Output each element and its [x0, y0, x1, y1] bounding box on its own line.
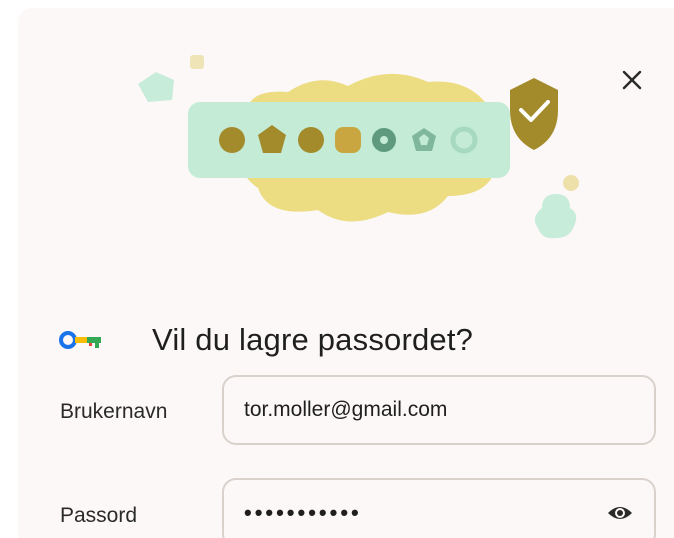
- password-label: Passord: [60, 504, 138, 527]
- password-value: •••••••••••: [244, 500, 362, 525]
- mint-flower-decoration: [534, 194, 577, 239]
- small-square-decoration: [190, 55, 204, 69]
- small-dot-decoration: [563, 175, 579, 191]
- password-field[interactable]: •••••••••••: [222, 478, 656, 538]
- close-icon: [622, 70, 642, 90]
- save-password-dialog: Vil du lagre passordet? Brukernavn tor.m…: [18, 8, 674, 538]
- password-key-icon: [59, 331, 101, 349]
- dialog-title: Vil du lagre passordet?: [152, 322, 474, 357]
- password-illustration: [138, 55, 579, 239]
- username-value: tor.moller@gmail.com: [244, 398, 448, 421]
- username-field[interactable]: tor.moller@gmail.com: [222, 375, 656, 445]
- show-password-button[interactable]: [598, 491, 642, 535]
- dialog-header: Vil du lagre passordet?: [58, 316, 473, 364]
- username-label: Brukernavn: [60, 400, 168, 423]
- mint-pentagon-decoration: [138, 72, 174, 102]
- close-button[interactable]: [614, 62, 650, 98]
- eye-icon: [608, 507, 632, 519]
